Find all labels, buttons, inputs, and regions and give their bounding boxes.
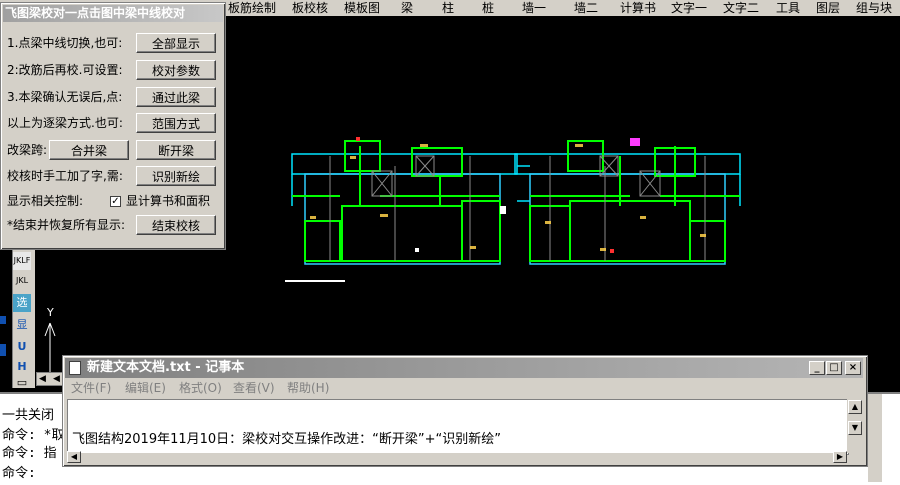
menu-view[interactable]: 查看(V) xyxy=(233,379,275,397)
menu-text-one[interactable]: 文字一 xyxy=(671,0,707,16)
menu-tools[interactable]: 工具 xyxy=(776,0,800,16)
display-icon[interactable]: 显 xyxy=(13,316,31,334)
change-span-label: 改梁跨: xyxy=(7,143,48,157)
menu-beam[interactable]: 梁 xyxy=(401,0,413,16)
scroll-left-icon[interactable]: ◀ xyxy=(67,451,81,463)
command-history-line: 一共关闭 xyxy=(2,408,55,423)
calc-area-checkbox[interactable]: ✓ xyxy=(110,196,121,207)
scroll-right-icon[interactable]: ▶ xyxy=(833,451,847,463)
row1-label: 1.点梁中线切换,也可: xyxy=(7,36,123,50)
pass-beam-button[interactable]: 通过此梁 xyxy=(136,87,216,107)
menu-board-rebar[interactable]: 板筋绘制 xyxy=(228,0,276,16)
left-edge-icon-2 xyxy=(0,344,6,356)
display-control-label: 显示相关控制: xyxy=(7,194,84,208)
rect-icon[interactable]: ▭ xyxy=(13,374,31,392)
menu-board-check[interactable]: 板校核 xyxy=(292,0,328,16)
show-all-button[interactable]: 全部显示 xyxy=(136,33,216,53)
menu-format[interactable]: 格式(O) xyxy=(179,379,222,397)
command-scrollbar[interactable] xyxy=(868,394,882,482)
left-edge-icon xyxy=(0,316,6,324)
menu-groups-blocks[interactable]: 组与块 xyxy=(856,0,892,16)
notepad-text-area[interactable]: 飞图结构2019年11月10日：梁校对交互操作改进：“断开梁”+“识别新绘” xyxy=(67,399,849,455)
scroll-up-icon[interactable]: ▲ xyxy=(848,400,862,414)
dialog-title[interactable]: 飞图梁校对一点击图中梁中线校对 xyxy=(3,5,223,22)
notepad-vscroll[interactable]: ▲ ▼ xyxy=(847,399,863,453)
row4-label: 以上为逐梁方式.也可: xyxy=(7,116,123,130)
select-icon[interactable]: 选 xyxy=(13,294,31,312)
merge-beam-button[interactable]: 合并梁 xyxy=(49,140,129,160)
minimize-button[interactable]: _ xyxy=(809,361,825,375)
scroll-left-icon[interactable]: ◀ xyxy=(39,373,46,385)
notepad-titlebar[interactable]: 新建文本文档.txt - 记事本 _ □ × xyxy=(65,358,863,378)
range-mode-button[interactable]: 范围方式 xyxy=(136,113,216,133)
menu-wall-one[interactable]: 墙一 xyxy=(522,0,546,16)
command-history-line: 命令: *取 xyxy=(2,428,65,443)
menu-edit[interactable]: 编辑(E) xyxy=(125,379,166,397)
row2-label: 2:改筋后再校.可设置: xyxy=(7,63,123,77)
menu-help[interactable]: 帮助(H) xyxy=(287,379,329,397)
recognize-new-button[interactable]: 识别新绘 xyxy=(136,166,216,186)
scroll-left-end-icon[interactable]: ◀ xyxy=(53,373,60,385)
notepad-hscroll[interactable]: ◀ ▶ xyxy=(67,451,847,463)
split-beam-button[interactable]: 断开梁 xyxy=(136,140,216,160)
command-prompt[interactable]: 命令: xyxy=(2,462,36,481)
menu-text-two[interactable]: 文字二 xyxy=(723,0,759,16)
u-shape-icon[interactable]: U xyxy=(13,338,31,356)
manual-text-label: 校核时手工加了字,需: xyxy=(7,169,123,183)
beam-check-dialog: 飞图梁校对一点击图中梁中线校对 1.点梁中线切换,也可: 全部显示 2:改筋后再… xyxy=(0,2,226,250)
maximize-button[interactable]: □ xyxy=(826,361,842,375)
notepad-icon xyxy=(69,361,81,375)
menu-column[interactable]: 柱 xyxy=(442,0,454,16)
menu-pile[interactable]: 桩 xyxy=(482,0,494,16)
command-history-line: 命令: 指 xyxy=(2,446,57,461)
menu-file[interactable]: 文件(F) xyxy=(71,379,111,397)
scroll-down-icon[interactable]: ▼ xyxy=(848,421,862,435)
menu-calc-book[interactable]: 计算书 xyxy=(620,0,656,16)
check-params-button[interactable]: 校对参数 xyxy=(136,60,216,80)
end-check-button[interactable]: 结束校核 xyxy=(136,215,216,235)
menu-layers[interactable]: 图层 xyxy=(816,0,840,16)
notepad-title: 新建文本文档.txt - 记事本 xyxy=(87,360,245,375)
ucs-axis-y-label: Y xyxy=(46,306,54,319)
jkl-icon[interactable]: JKL xyxy=(13,272,31,290)
close-button[interactable]: × xyxy=(845,361,861,375)
menu-formwork[interactable]: 模板图 xyxy=(344,0,380,16)
notepad-content: 飞图结构2019年11月10日：梁校对交互操作改进：“断开梁”+“识别新绘” xyxy=(72,432,502,447)
notepad-window: 新建文本文档.txt - 记事本 _ □ × 文件(F) 编辑(E) 格式(O)… xyxy=(62,355,868,467)
jklf-icon[interactable]: JKLF xyxy=(13,252,31,270)
row3-label: 3.本梁确认无误后,点: xyxy=(7,90,123,104)
menu-wall-two[interactable]: 墙二 xyxy=(574,0,598,16)
calc-area-checkbox-label[interactable]: 显计算书和面积 xyxy=(126,192,210,210)
end-label: *结束并恢复所有显示: xyxy=(7,218,126,232)
